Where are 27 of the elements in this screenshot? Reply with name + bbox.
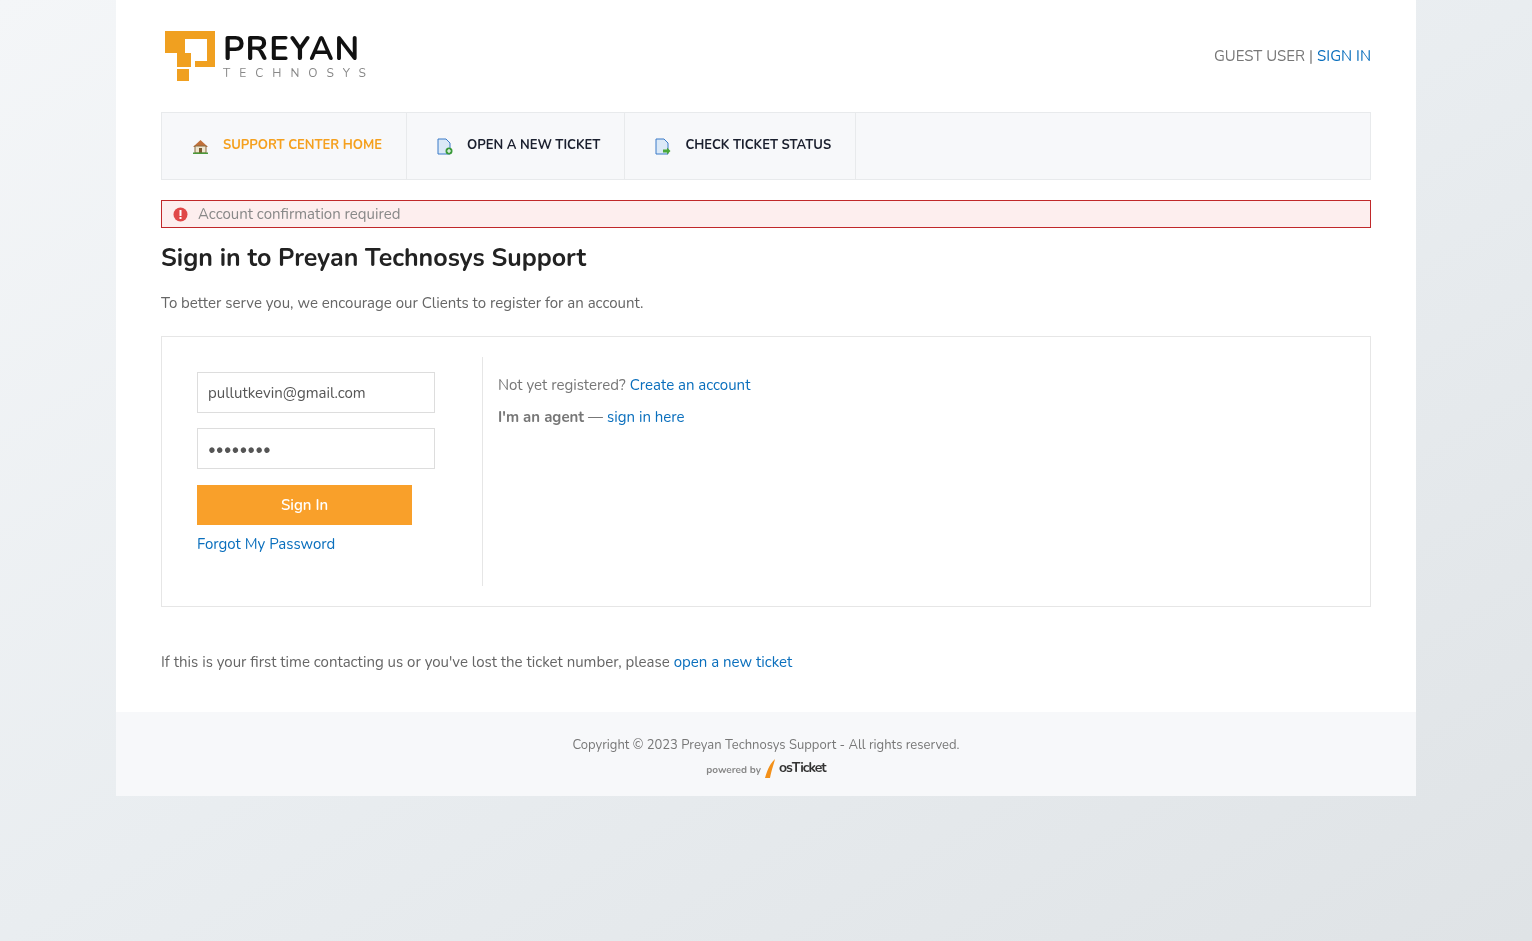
logo-tagline: TECHNOSYS: [223, 67, 375, 79]
page-heading: Sign in to Preyan Technosys Support: [161, 240, 588, 277]
nav-tab[interactable]: CHECK TICKET STATUS: [625, 113, 857, 179]
sign-in-link[interactable]: SIGN IN: [1317, 44, 1371, 68]
agent-label: I'm an agent: [498, 405, 585, 428]
password-field[interactable]: ••••••••: [197, 428, 435, 469]
logo-name: PREYAN: [223, 33, 361, 66]
first-time-text: If this is your first time contacting us or you've lost the ticket number, please: [161, 651, 670, 674]
nav-tab[interactable]: OPEN A NEW TICKET: [407, 113, 626, 179]
document-add-icon: [437, 137, 454, 155]
copyright-text: Copyright © 2023 Preyan Technosys Support - All rights reserved.: [572, 735, 960, 755]
agent-sign-in-link[interactable]: sign in here: [607, 405, 685, 428]
dash: —: [588, 405, 604, 428]
not-registered-text: Not yet registered?: [498, 374, 626, 397]
alert-text: Account confirmation required: [198, 202, 401, 226]
logo-icon: [165, 31, 215, 81]
osticket-logo[interactable]: powered by osTicket: [706, 757, 826, 778]
document-arrow-icon: [655, 137, 672, 155]
email-field[interactable]: pullutkevin@gmail.com: [197, 372, 435, 413]
open-ticket-link[interactable]: open a new ticket: [673, 651, 793, 674]
guest-user-label: GUEST USER: [1213, 44, 1306, 68]
intro-text: To better serve you, we encourage our Clients to register for an account.: [161, 291, 645, 314]
forgot-password-link[interactable]: Forgot My Password: [197, 533, 336, 556]
error-icon: [173, 206, 188, 222]
separator: |: [1309, 44, 1314, 68]
create-account-link[interactable]: Create an account: [629, 374, 751, 397]
house-icon: [192, 138, 209, 154]
